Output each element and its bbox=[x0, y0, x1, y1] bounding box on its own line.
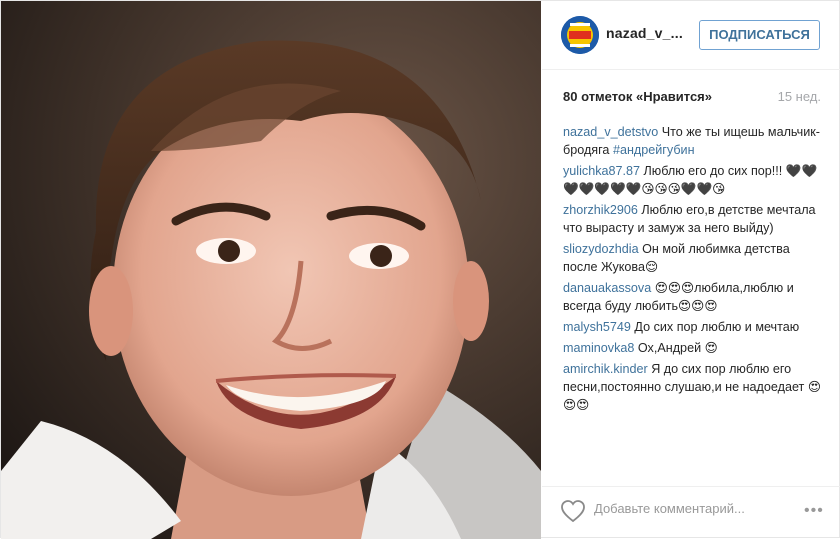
account-logo-icon bbox=[561, 16, 599, 54]
comment-username[interactable]: nazad_v_detstvo bbox=[563, 125, 658, 139]
post-header: nazad_v_... ПОДПИСАТЬСЯ bbox=[542, 1, 840, 70]
comment: malysh5749 До сих пор люблю и мечтаю bbox=[563, 318, 825, 336]
comment: amirchik.kinder Я до сих пор люблю его п… bbox=[563, 360, 825, 414]
comment-text: Ох,Андрей 😍 bbox=[637, 341, 718, 355]
post-author-username[interactable]: nazad_v_... bbox=[606, 25, 683, 41]
comment: sliozydozhdia Он мой любимка детства пос… bbox=[563, 240, 825, 276]
portrait-image bbox=[1, 1, 541, 539]
post-footer: Добавьте комментарий... ••• bbox=[542, 486, 840, 540]
follow-button[interactable]: ПОДПИСАТЬСЯ bbox=[699, 20, 820, 50]
avatar[interactable] bbox=[561, 16, 599, 54]
likes-count[interactable]: 80 отметок «Нравится» bbox=[563, 89, 712, 104]
post-sidebar: nazad_v_... ПОДПИСАТЬСЯ 80 отметок «Нрав… bbox=[542, 1, 840, 539]
comments-list: nazad_v_detstvo Что же ты ищешь мальчик-… bbox=[563, 123, 825, 417]
post-window: nazad_v_... ПОДПИСАТЬСЯ 80 отметок «Нрав… bbox=[0, 0, 840, 539]
comment: zhorzhik2906 Люблю его,в детстве мечтала… bbox=[563, 201, 825, 237]
post-photo[interactable] bbox=[1, 1, 541, 539]
comment: danauakassova 😍😍😍любила,люблю и всегда б… bbox=[563, 279, 825, 315]
comment-username[interactable]: maminovka8 bbox=[563, 341, 634, 355]
comment-username[interactable]: amirchik.kinder bbox=[563, 362, 648, 376]
post-age[interactable]: 15 нед. bbox=[778, 89, 821, 104]
comment-username[interactable]: malysh5749 bbox=[563, 320, 631, 334]
add-comment-input[interactable]: Добавьте комментарий... bbox=[594, 501, 745, 516]
comment: maminovka8 Ох,Андрей 😍 bbox=[563, 339, 825, 357]
comment-username[interactable]: danauakassova bbox=[563, 281, 651, 295]
comment-caption: nazad_v_detstvo Что же ты ищешь мальчик-… bbox=[563, 123, 825, 159]
comment-username[interactable]: sliozydozhdia bbox=[563, 242, 639, 256]
hashtag-link[interactable]: #андрейгубин bbox=[613, 143, 695, 157]
comment-text: До сих пор люблю и мечтаю bbox=[634, 320, 800, 334]
ellipsis-icon[interactable]: ••• bbox=[804, 502, 824, 520]
heart-outline-icon[interactable] bbox=[560, 499, 586, 523]
comment-username[interactable]: yulichka87.87 bbox=[563, 164, 640, 178]
comment-username[interactable]: zhorzhik2906 bbox=[563, 203, 638, 217]
comment: yulichka87.87 Люблю его до сих пор!!! 🖤🖤… bbox=[563, 162, 825, 198]
